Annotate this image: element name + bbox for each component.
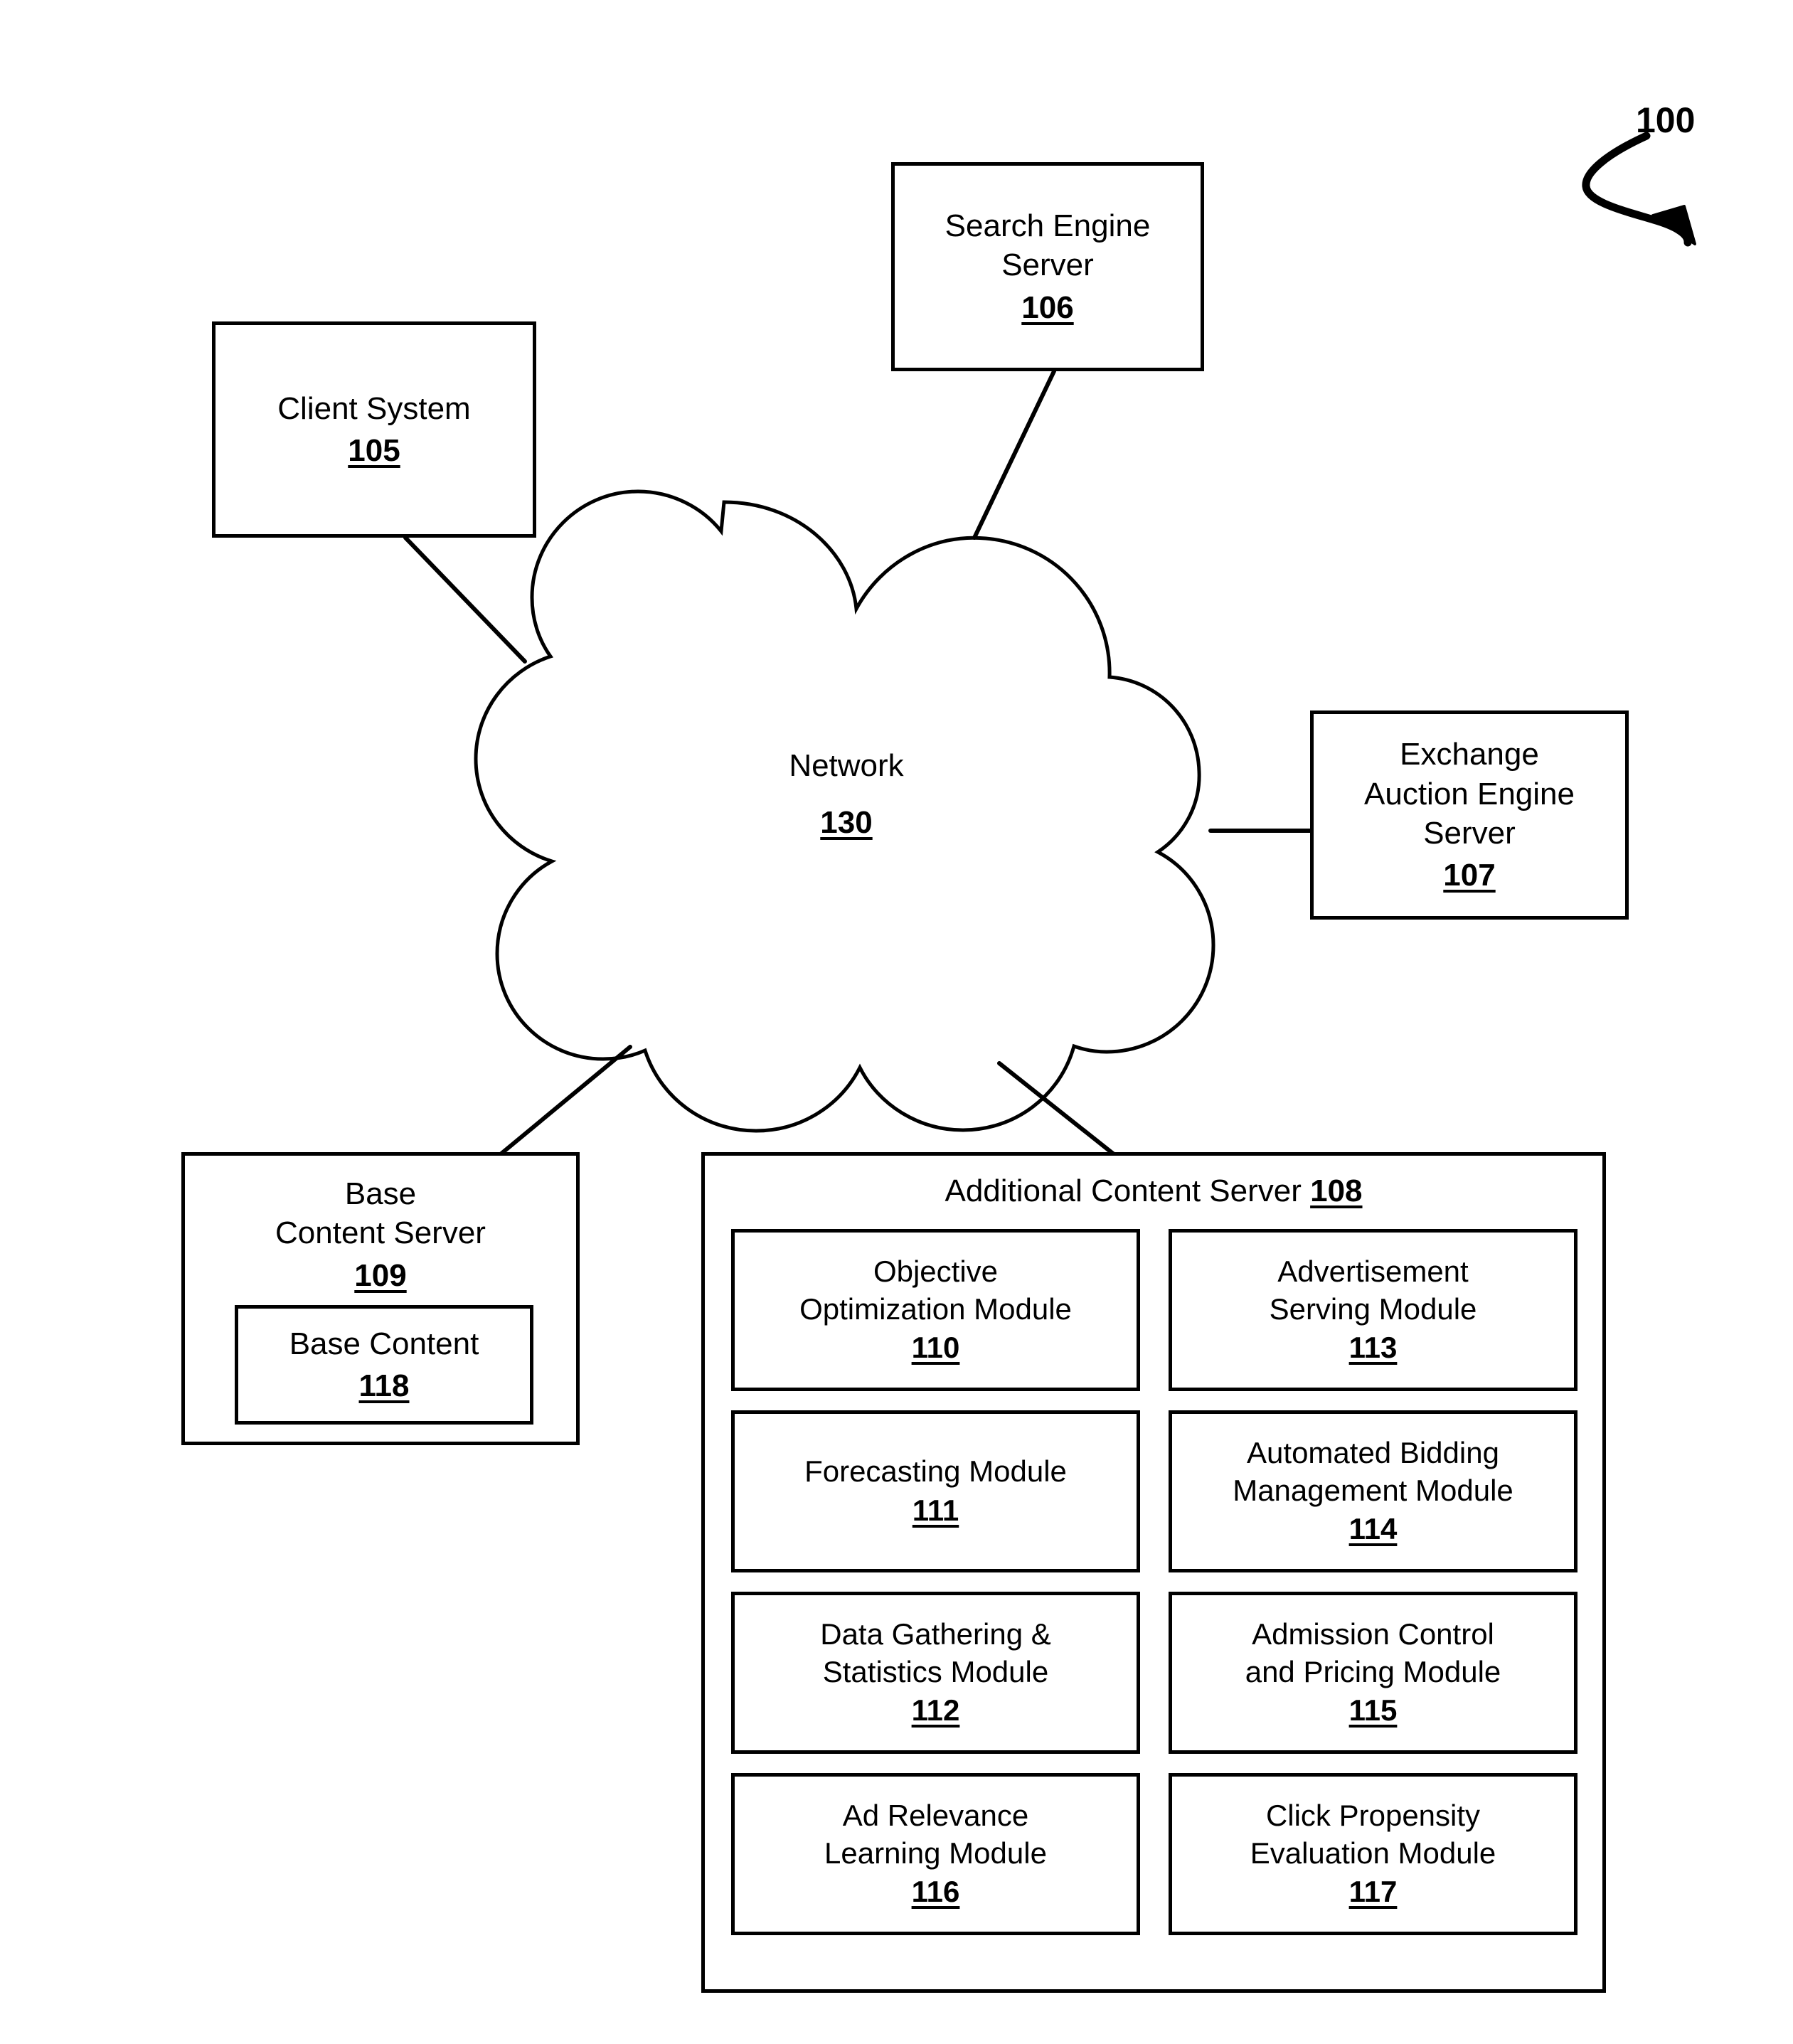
- module-forecasting: Forecasting Module 111: [731, 1410, 1140, 1572]
- module-title: Automated Bidding Management Module: [1233, 1435, 1513, 1507]
- connector-network-additional-content-server: [997, 1061, 1119, 1159]
- module-ref: 110: [911, 1331, 960, 1365]
- module-title: Advertisement Serving Module: [1269, 1254, 1477, 1326]
- module-title: Data Gathering & Statistics Module: [820, 1617, 1051, 1688]
- node-base-content-server: Base Content Server 109 Base Content 118: [181, 1152, 580, 1445]
- additional-content-server-ref: 108: [1310, 1173, 1363, 1208]
- network-title: Network: [789, 748, 904, 783]
- module-title: Click Propensity Evaluation Module: [1250, 1798, 1496, 1870]
- module-title: Ad Relevance Learning Module: [824, 1798, 1047, 1870]
- search-engine-server-title: Search Engine Server: [945, 208, 1151, 283]
- node-search-engine-server: Search Engine Server 106: [891, 162, 1204, 371]
- module-admission-control-pricing: Admission Control and Pricing Module 115: [1169, 1592, 1577, 1754]
- search-engine-server-ref: 106: [1021, 289, 1074, 325]
- client-system-title: Client System: [277, 390, 471, 426]
- module-grid: Objective Optimization Module 110 Advert…: [731, 1229, 1577, 1935]
- connector-search-engine-network: [972, 369, 1056, 540]
- module-ref: 112: [911, 1693, 960, 1728]
- patent-figure: 100 Client System 105 Search Engine Serv…: [0, 0, 1793, 2044]
- module-objective-optimization: Objective Optimization Module 110: [731, 1229, 1140, 1391]
- module-title: Admission Control and Pricing Module: [1245, 1617, 1501, 1688]
- node-additional-content-server: Additional Content Server 108 Objective …: [701, 1152, 1606, 1993]
- module-data-gathering-statistics: Data Gathering & Statistics Module 112: [731, 1592, 1140, 1754]
- network-label: Network 130: [733, 750, 960, 839]
- module-ref: 116: [911, 1875, 960, 1909]
- client-system-ref: 105: [348, 433, 400, 468]
- exchange-auction-engine-server-ref: 107: [1443, 858, 1496, 893]
- node-base-content: Base Content 118: [235, 1305, 533, 1425]
- additional-content-server-header: Additional Content Server 108: [705, 1173, 1602, 1210]
- module-title: Objective Optimization Module: [799, 1254, 1072, 1326]
- connector-network-base-content-server: [496, 1045, 632, 1159]
- module-title: Forecasting Module: [804, 1454, 1067, 1489]
- base-content-title: Base Content: [289, 1326, 479, 1361]
- module-ad-relevance-learning: Ad Relevance Learning Module 116: [731, 1773, 1140, 1935]
- network-ref: 130: [820, 805, 873, 840]
- node-exchange-auction-engine-server: Exchange Auction Engine Server 107: [1310, 710, 1629, 920]
- connector-client-system-network: [403, 536, 527, 664]
- module-advertisement-serving: Advertisement Serving Module 113: [1169, 1229, 1577, 1391]
- figure-reference-numeral: 100: [1636, 100, 1696, 140]
- base-content-server-ref: 109: [354, 1257, 407, 1293]
- module-ref: 113: [1348, 1331, 1398, 1365]
- module-automated-bidding-management: Automated Bidding Management Module 114: [1169, 1410, 1577, 1572]
- curved-arrow-head-icon: [1651, 205, 1696, 245]
- base-content-server-title: Base Content Server: [275, 1176, 486, 1251]
- module-ref: 114: [1348, 1512, 1398, 1546]
- additional-content-server-title: Additional Content Server: [945, 1173, 1302, 1208]
- module-ref: 111: [912, 1494, 959, 1527]
- module-ref: 117: [1348, 1875, 1398, 1909]
- curved-arrow-icon: [1582, 132, 1692, 247]
- exchange-auction-engine-server-title: Exchange Auction Engine Server: [1364, 737, 1575, 851]
- module-click-propensity-evaluation: Click Propensity Evaluation Module 117: [1169, 1773, 1577, 1935]
- module-ref: 115: [1348, 1693, 1398, 1728]
- node-client-system: Client System 105: [212, 321, 536, 538]
- base-content-ref: 118: [358, 1368, 410, 1403]
